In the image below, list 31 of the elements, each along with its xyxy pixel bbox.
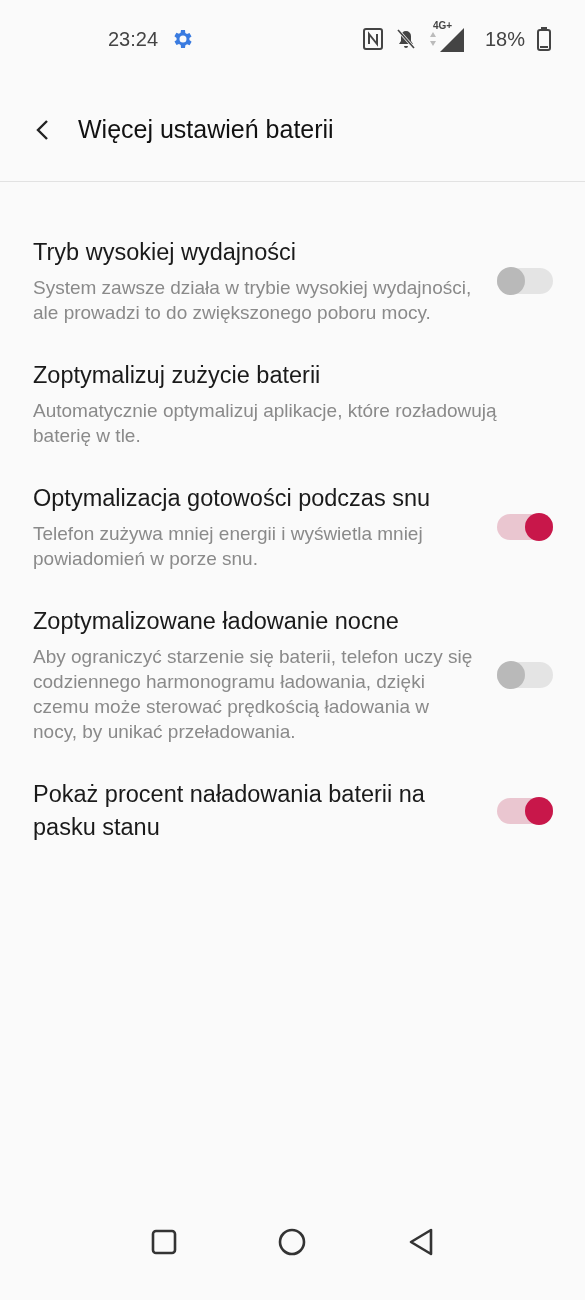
home-button[interactable] <box>278 1228 307 1256</box>
circle-icon <box>278 1228 307 1256</box>
nfc-icon <box>362 28 383 50</box>
setting-description: Telefon zużywa mniej energii i wyświetla mniej powiadomień w porze snu. <box>33 522 424 571</box>
setting-item[interactable]: Optymalizacja gotowości podczas snu Telefon zużywa mniej energii i wyświetla mniej powiadomień w porze snu. <box>0 482 585 571</box>
page-title: Więcej ustawień baterii <box>78 115 334 144</box>
toggle-switch[interactable] <box>497 661 553 688</box>
setting-title: Zoptymalizowane ładowanie nocne <box>33 607 400 636</box>
setting-description: System zawsze działa w trybie wysokiej wydajności, ale prowadzi to do zwiększonego poboru mocy. <box>33 276 473 325</box>
battery-icon <box>537 27 551 51</box>
setting-item[interactable]: Zoptymalizuj zużycie baterii Automatycznie optymalizuj aplikacje, które rozładowują baterię w tle. <box>0 359 585 448</box>
clock: 23:24 <box>108 27 159 51</box>
setting-description: Aby ograniczyć starzenie się baterii, telefon uczy się codziennego harmonogramu ładowania, dzięki czemu może sterować prędkością ładowania w nocy, by unikać przeładowania. <box>33 645 473 744</box>
toggle-switch[interactable] <box>497 513 553 540</box>
bell-off-icon <box>394 28 417 50</box>
battery-percent: 18% <box>484 27 525 51</box>
data-arrows-icon <box>428 31 437 47</box>
square-icon <box>150 1229 177 1255</box>
setting-item[interactable]: Tryb wysokiej wydajności System zawsze działa w trybie wysokiej wydajności, ale prowadzi to do zwiększonego poboru mocy. <box>0 236 585 325</box>
setting-description: Automatycznie optymalizuj aplikacje, które rozładowują baterię w tle. <box>33 399 498 448</box>
setting-item[interactable]: Pokaż procent naładowania baterii na pasku stanu <box>0 778 585 844</box>
setting-title: Tryb wysokiej wydajności <box>33 238 297 267</box>
toggle-switch[interactable] <box>497 798 553 824</box>
setting-title: Pokaż procent naładowania baterii na pasku stanu <box>33 780 426 842</box>
recents-button[interactable] <box>150 1229 177 1255</box>
triangle-icon <box>408 1228 435 1256</box>
network-type: 4G+ <box>432 20 453 31</box>
back-nav-button[interactable] <box>408 1228 435 1256</box>
setting-title: Optymalizacja gotowości podczas snu <box>33 484 432 513</box>
setting-title: Zoptymalizuj zużycie baterii <box>33 361 322 390</box>
toggle-switch[interactable] <box>497 267 553 294</box>
